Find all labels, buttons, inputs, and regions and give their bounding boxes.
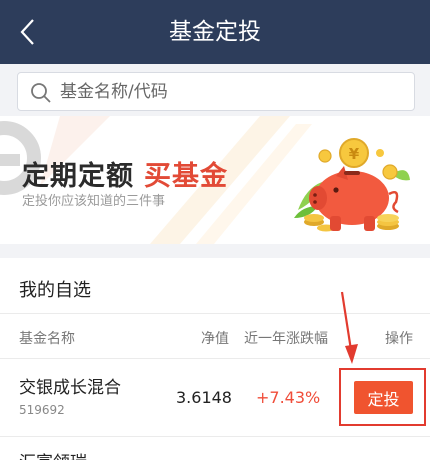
column-header-nav: 净值 bbox=[201, 331, 229, 347]
divider-line bbox=[0, 436, 430, 437]
watchlist-title: 我的自选 bbox=[19, 280, 91, 301]
divider-line bbox=[0, 358, 430, 359]
search-input[interactable] bbox=[60, 77, 400, 107]
banner-subtitle: 定投你应该知道的三件事 bbox=[22, 194, 166, 209]
banner-title-part2: 买基金 bbox=[144, 161, 228, 192]
search-box[interactable] bbox=[17, 72, 415, 111]
banner-title: 定期定额 买基金 bbox=[22, 154, 228, 193]
search-bar bbox=[0, 64, 430, 116]
red-arrow-annotation bbox=[340, 291, 358, 364]
divider-line bbox=[0, 313, 430, 314]
highlight-box bbox=[339, 368, 426, 426]
column-header-change: 近一年涨跌幅 bbox=[244, 331, 328, 347]
fund-name: 交银成长混合 bbox=[19, 378, 121, 398]
column-header-name: 基金名称 bbox=[19, 331, 75, 347]
coin-symbol: ¥ bbox=[349, 145, 360, 163]
fund-change: +7.43% bbox=[256, 388, 321, 407]
column-header-action: 操作 bbox=[385, 331, 413, 347]
fund-nav: 3.6148 bbox=[176, 388, 232, 407]
search-icon bbox=[31, 83, 51, 103]
fund-name: 汇富领瑞 bbox=[19, 448, 87, 460]
piggy-bank-illustration: ¥ bbox=[294, 138, 410, 232]
page-title: 基金定投 bbox=[169, 19, 261, 45]
banner-title-part1: 定期定额 bbox=[22, 161, 134, 192]
fund-code: 519692 bbox=[19, 403, 65, 417]
section-divider bbox=[0, 244, 430, 258]
promo-banner[interactable]: 定期定额 买基金 定投你应该知道的三件事 ¥ bbox=[0, 116, 430, 244]
app-header: 基金定投 bbox=[0, 0, 430, 64]
